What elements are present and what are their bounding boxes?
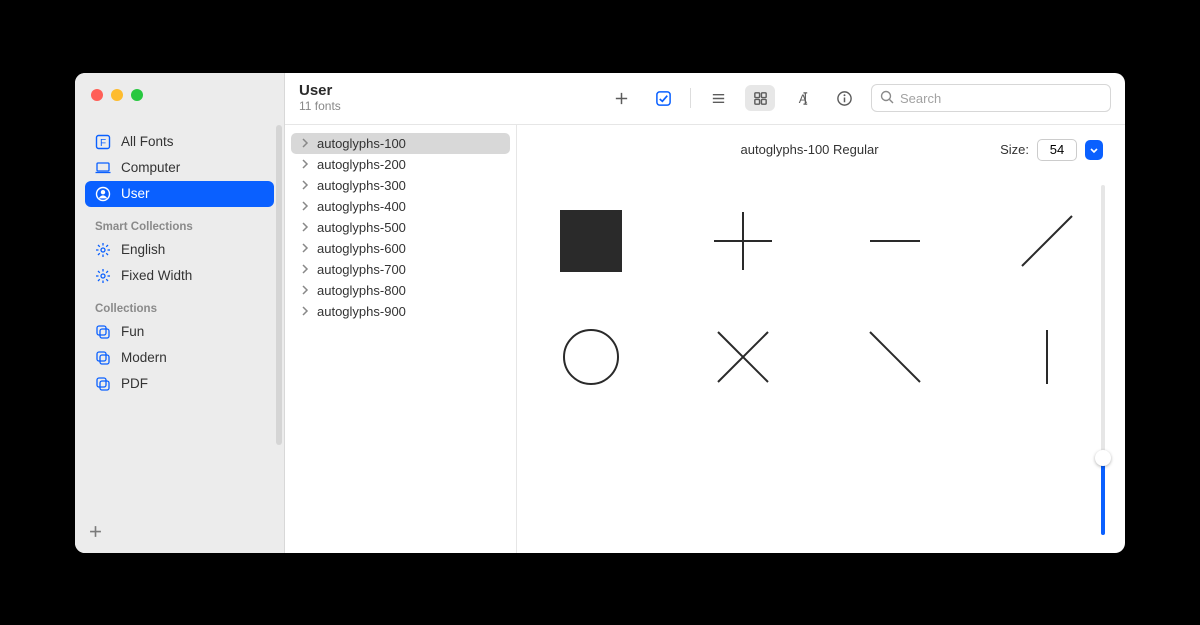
gear-icon: [95, 242, 111, 258]
size-label: Size:: [1000, 142, 1029, 157]
title-block: User 11 fonts: [299, 83, 341, 113]
gear-icon: [95, 268, 111, 284]
sidebar-item-english[interactable]: English: [85, 237, 274, 263]
preview-header: autoglyphs-100 Regular Size:: [517, 125, 1125, 167]
content: autoglyphs-100 autoglyphs-200 autoglyphs-3…: [285, 125, 1125, 553]
font-item[interactable]: autoglyphs-800: [291, 280, 510, 301]
chevron-right-icon: [301, 180, 311, 190]
font-item[interactable]: autoglyphs-700: [291, 259, 510, 280]
font-item-label: autoglyphs-200: [317, 157, 406, 172]
size-slider[interactable]: [1101, 185, 1105, 535]
slider-fill: [1101, 458, 1105, 535]
font-item-label: autoglyphs-700: [317, 262, 406, 277]
section-smart-collections: Smart Collections: [85, 207, 274, 237]
font-list[interactable]: autoglyphs-100 autoglyphs-200 autoglyphs-3…: [285, 125, 517, 553]
search-field[interactable]: Search: [871, 84, 1111, 112]
sidebar-item-label: Computer: [121, 160, 180, 175]
font-item[interactable]: autoglyphs-200: [291, 154, 510, 175]
glyph-backslash: [861, 323, 929, 391]
glyph-pipe: [1013, 323, 1081, 391]
glyph-minus: [861, 207, 929, 275]
chevron-right-icon: [301, 222, 311, 232]
slider-thumb[interactable]: [1095, 450, 1111, 466]
font-item[interactable]: autoglyphs-100: [291, 133, 510, 154]
sidebar-scrollbar[interactable]: [276, 125, 282, 445]
font-item-label: autoglyphs-100: [317, 136, 406, 151]
chevron-right-icon: [301, 201, 311, 211]
font-item-label: autoglyphs-500: [317, 220, 406, 235]
font-book-window: F All Fonts Computer User Smart Collecti…: [75, 73, 1125, 553]
glyph-slash: [1013, 207, 1081, 275]
collection-icon: [95, 376, 111, 392]
chevron-right-icon: [301, 306, 311, 316]
chevron-right-icon: [301, 243, 311, 253]
sidebar-item-fixed-width[interactable]: Fixed Width: [85, 263, 274, 289]
info-button[interactable]: [829, 85, 859, 111]
font-item-label: autoglyphs-300: [317, 178, 406, 193]
chevron-right-icon: [301, 138, 311, 148]
sidebar-item-fun[interactable]: Fun: [85, 319, 274, 345]
chevron-right-icon: [301, 285, 311, 295]
font-item-label: autoglyphs-400: [317, 199, 406, 214]
window-controls: [75, 73, 284, 121]
laptop-icon: [95, 160, 111, 176]
sidebar-item-label: PDF: [121, 376, 148, 391]
fullscreen-window-button[interactable]: [131, 89, 143, 101]
sidebar-item-label: User: [121, 186, 150, 201]
sidebar-item-label: Modern: [121, 350, 167, 365]
toolbar-divider: [690, 88, 691, 108]
collection-title: User: [299, 83, 341, 100]
svg-text:F: F: [100, 138, 106, 149]
sidebar-item-user[interactable]: User: [85, 181, 274, 207]
section-collections: Collections: [85, 289, 274, 319]
sidebar: F All Fonts Computer User Smart Collecti…: [75, 73, 285, 553]
sidebar-item-label: Fun: [121, 324, 144, 339]
enable-font-toggle[interactable]: [648, 85, 678, 111]
minimize-window-button[interactable]: [111, 89, 123, 101]
font-item-label: autoglyphs-600: [317, 241, 406, 256]
font-item[interactable]: autoglyphs-500: [291, 217, 510, 238]
sidebar-item-label: Fixed Width: [121, 268, 192, 283]
font-item[interactable]: autoglyphs-900: [291, 301, 510, 322]
preview-pane: autoglyphs-100 Regular Size:: [517, 125, 1125, 553]
glyph-square: [557, 207, 625, 275]
main-pane: User 11 fonts A: [285, 73, 1125, 553]
toolbar: User 11 fonts A: [285, 73, 1125, 125]
sidebar-content: F All Fonts Computer User Smart Collecti…: [75, 121, 284, 515]
view-grid-button[interactable]: [745, 85, 775, 111]
view-sample-button[interactable]: A: [787, 85, 817, 111]
sidebar-item-modern[interactable]: Modern: [85, 345, 274, 371]
search-placeholder: Search: [900, 91, 941, 106]
glyph-x: [709, 323, 777, 391]
glyph-grid: [517, 167, 1125, 553]
collection-subtitle: 11 fonts: [299, 100, 341, 113]
glyph-plus: [709, 207, 777, 275]
font-item[interactable]: autoglyphs-400: [291, 196, 510, 217]
font-icon: F: [95, 134, 111, 150]
search-icon: [880, 90, 894, 107]
close-window-button[interactable]: [91, 89, 103, 101]
size-control: Size:: [1000, 139, 1103, 161]
collection-icon: [95, 324, 111, 340]
font-item-label: autoglyphs-800: [317, 283, 406, 298]
add-collection-button[interactable]: [75, 515, 284, 553]
sidebar-item-pdf[interactable]: PDF: [85, 371, 274, 397]
sidebar-item-computer[interactable]: Computer: [85, 155, 274, 181]
chevron-right-icon: [301, 264, 311, 274]
font-item-label: autoglyphs-900: [317, 304, 406, 319]
sidebar-item-all-fonts[interactable]: F All Fonts: [85, 129, 274, 155]
view-list-button[interactable]: [703, 85, 733, 111]
size-dropdown-button[interactable]: [1085, 140, 1103, 160]
preview-font-name: autoglyphs-100 Regular: [539, 142, 1000, 157]
chevron-right-icon: [301, 159, 311, 169]
add-font-button[interactable]: [606, 85, 636, 111]
glyph-circle: [557, 323, 625, 391]
sidebar-item-label: All Fonts: [121, 134, 174, 149]
user-icon: [95, 186, 111, 202]
sidebar-item-label: English: [121, 242, 165, 257]
size-input[interactable]: [1037, 139, 1077, 161]
font-item[interactable]: autoglyphs-300: [291, 175, 510, 196]
collection-icon: [95, 350, 111, 366]
font-item[interactable]: autoglyphs-600: [291, 238, 510, 259]
